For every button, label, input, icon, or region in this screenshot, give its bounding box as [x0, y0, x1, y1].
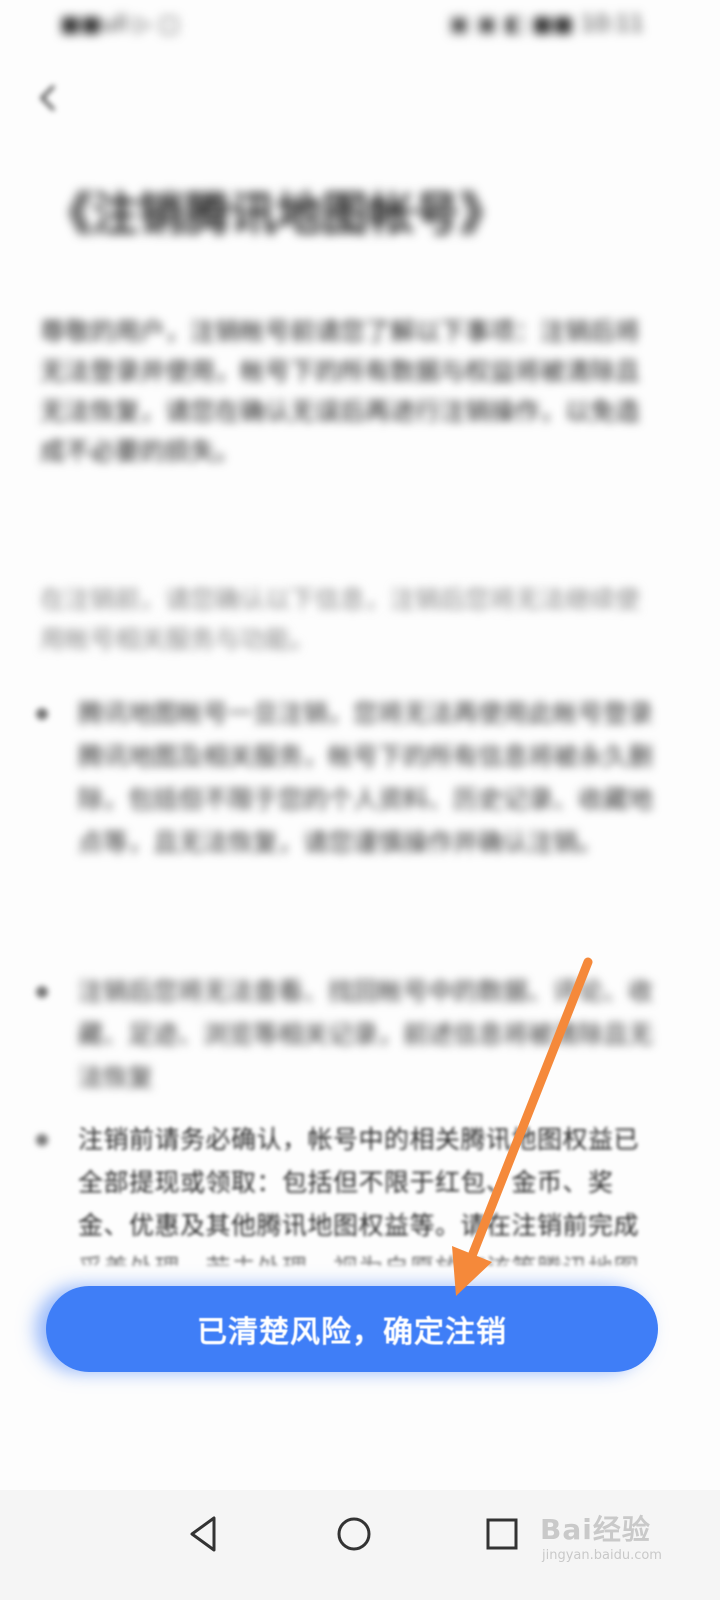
bullet-dot: [36, 708, 48, 720]
status-bar: ■■ull ▷ ▢ ▣ ▣ ◧ ■■ 10:11: [0, 0, 720, 52]
nav-home-button[interactable]: [330, 1510, 378, 1558]
screen: ■■ull ▷ ▢ ▣ ▣ ◧ ■■ 10:11 《注销腾讯地图帐号》 尊敬的用…: [0, 0, 720, 1600]
baidu-watermark: Bai经验 jingyan.baidu.com: [540, 1508, 710, 1568]
intro-paragraph: 尊敬的用户，注销帐号前请您了解以下事项：注销后将无法登录并使用，帐号下的所有数据…: [40, 317, 641, 466]
watermark-url: jingyan.baidu.com: [542, 1548, 662, 1563]
back-button[interactable]: [30, 78, 70, 118]
bullet-dot: [36, 986, 48, 998]
status-right-icons: ▣ ▣ ◧ ■■ 10:11: [448, 12, 644, 37]
nav-back-button[interactable]: [180, 1510, 228, 1558]
confirm-cancel-account-button[interactable]: 已清楚风险，确定注销: [46, 1286, 658, 1372]
circle-home-icon: [337, 1517, 371, 1551]
status-signal: ■■ull ▷ ▢: [60, 12, 180, 37]
confirm-button-label: 已清楚风险，确定注销: [197, 1315, 507, 1350]
list-item-text: 注销前请务必确认，帐号中的相关腾讯地图权益已全部提现或领取：包括但不限于红包、金…: [78, 1125, 640, 1266]
chevron-left-icon: [39, 84, 56, 112]
list-item-text: 注销后您将无法查看、找回帐号中的数据、评论、收藏、足迹、浏览等相关记录，前述信息…: [78, 977, 654, 1092]
list-item-text: 腾讯地图帐号一旦注销，您将无法再使用此帐号登录腾讯地图及相关服务，帐号下的所有信…: [78, 699, 654, 857]
bullet-dot: [36, 1134, 48, 1146]
nav-recent-button[interactable]: [478, 1510, 526, 1558]
page-title: 《注销腾讯地图帐号》: [46, 187, 506, 241]
square-recent-icon: [486, 1518, 518, 1550]
triangle-back-icon: [190, 1516, 216, 1552]
watermark-logo: Bai经验: [540, 1513, 651, 1546]
notice-paragraph: 在注销前，请您确认以下信息，注销后您将无法继续使用帐号相关服务与功能。: [40, 585, 641, 654]
scroll-fade: [0, 1250, 720, 1280]
